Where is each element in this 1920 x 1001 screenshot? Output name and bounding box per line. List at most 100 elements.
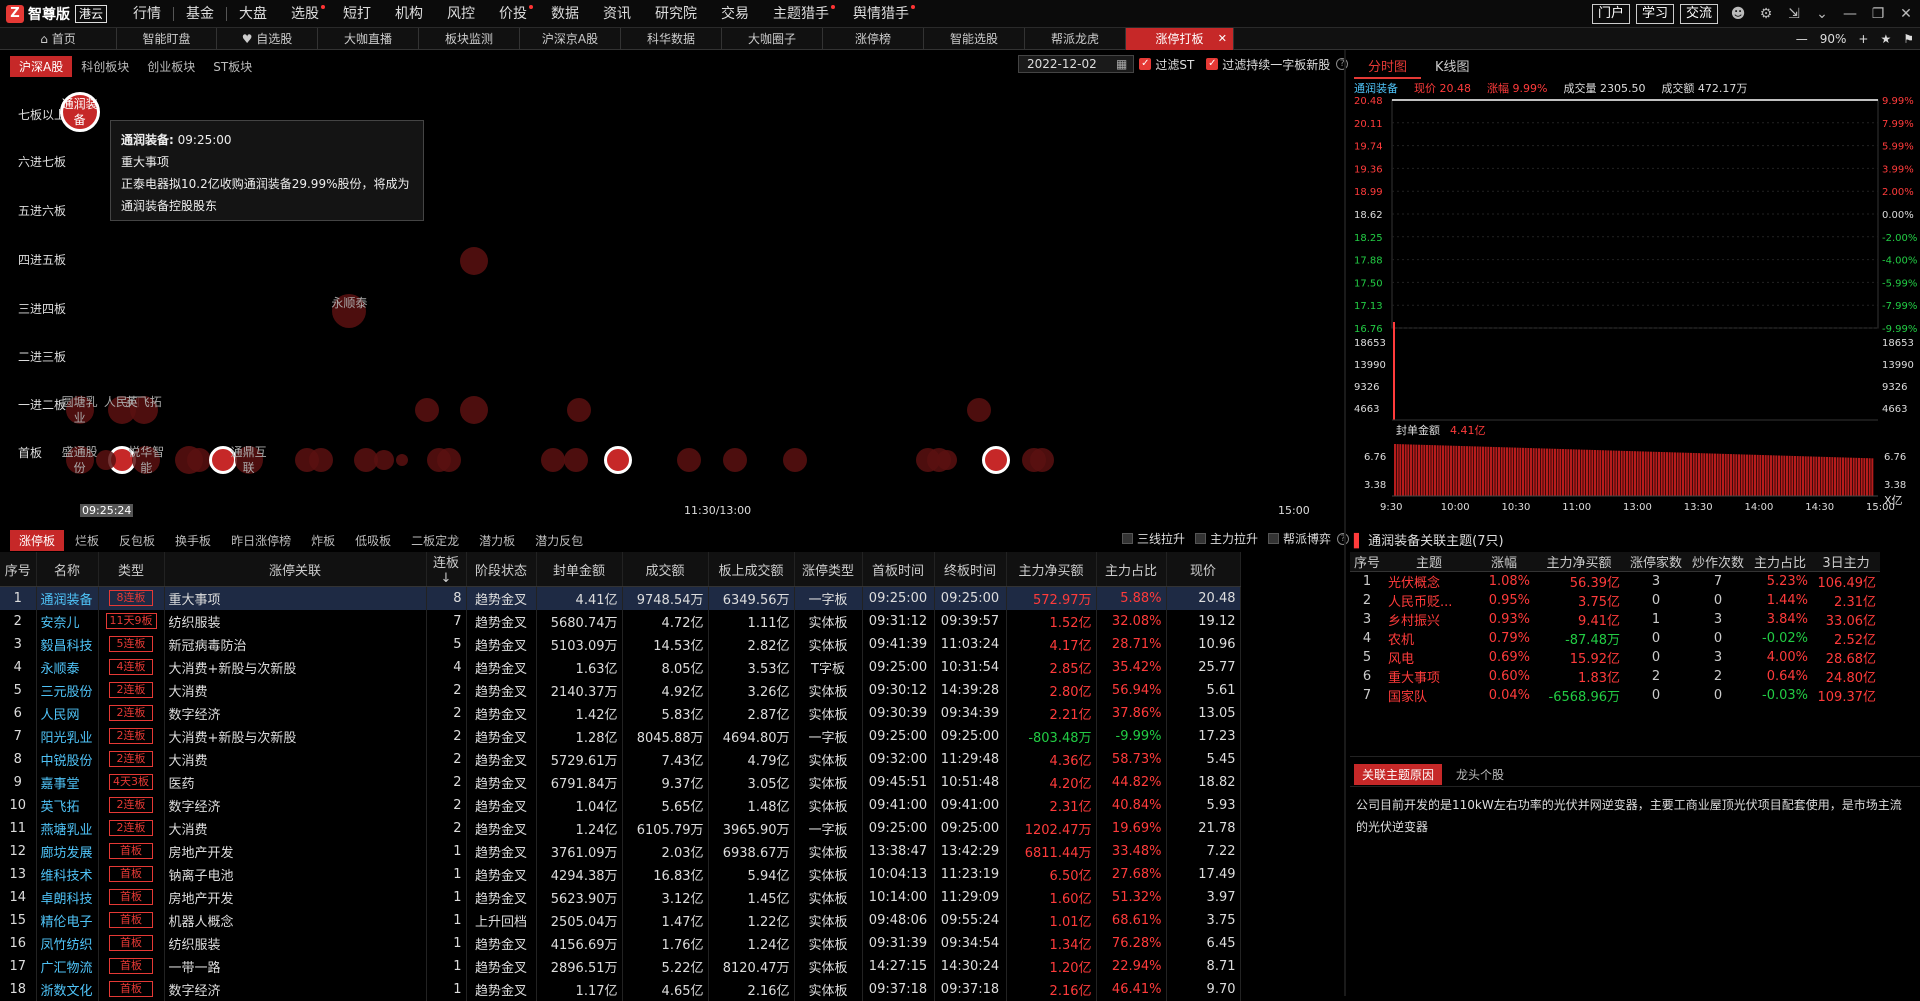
tab-10[interactable]: 帮派龙虎 — [1025, 28, 1126, 50]
menu-item[interactable]: 研究院 — [643, 0, 709, 28]
stock-bubble[interactable] — [187, 448, 212, 472]
stock-bubble[interactable] — [723, 448, 748, 472]
menu-item[interactable]: 主题猎手 — [761, 0, 841, 28]
table-row[interactable]: 4 农机 0.79% -87.48万 0 0 -0.02% 2.52亿 — [1350, 629, 1880, 648]
board-type-tab[interactable]: 潜力板 — [470, 530, 524, 551]
table-row[interactable]: 5 三元股份 2连板 大消费 2 趋势金叉 2140.37万 4.92亿 3.26亿 实体板 09:… — [0, 678, 1241, 702]
tab-1[interactable]: 智能盯盘 — [117, 28, 217, 50]
table-row[interactable]: 3 毅昌科技 5连板 新冠病毒防治 5 趋势金叉 5103.09万 14.53亿 2.82亿 实体… — [0, 632, 1241, 656]
menu-item[interactable]: 资讯 — [591, 0, 643, 28]
option-checkbox[interactable] — [1268, 533, 1280, 544]
zoom-in-icon[interactable]: + — [1852, 32, 1874, 46]
board-type-tab[interactable]: 低吸板 — [346, 530, 400, 551]
column-header[interactable]: 阶段状态 — [466, 552, 537, 587]
table-row[interactable]: 7 国家队 0.04% -6568.96万 0 0 -0.03% 109.37亿 — [1350, 686, 1880, 705]
table-row[interactable]: 13 维科技术 首板 钠离子电池 1 趋势金叉 4294.38万 16.83亿 5.94亿 实体板… — [0, 862, 1241, 886]
intraday-chart[interactable]: 20.48 9.99% 20.11 7.99% 19.74 5.99% 19.36 3.99%… — [1350, 92, 1920, 512]
stock-bubble[interactable] — [95, 450, 116, 470]
stock-bubble[interactable] — [937, 450, 958, 470]
table-row[interactable]: 12 廊坊发展 首板 房地产开发 1 趋势金叉 3761.09万 2.03亿 6938.67万实… — [0, 839, 1241, 863]
table-row[interactable]: 15 精伦电子 首板 机器人概念 1 上升回档 2505.04万 1.47亿 1.22亿 实体板 0… — [0, 908, 1241, 932]
menu-item[interactable]: 机构 — [383, 0, 435, 28]
cloud-badge[interactable]: 港云 — [75, 4, 108, 23]
menu-item[interactable]: 选股 — [279, 0, 331, 28]
column-header[interactable]: 板上成交额 — [708, 552, 795, 587]
menu-item[interactable]: 行情 — [121, 0, 173, 28]
stock-bubble[interactable] — [564, 448, 589, 472]
table-row[interactable]: 5 风电 0.69% 15.92亿 0 3 4.00% 28.68亿 — [1350, 648, 1880, 667]
stock-bubble[interactable] — [967, 398, 992, 422]
board-type-tab[interactable]: 昨日涨停榜 — [222, 530, 300, 551]
table-row[interactable]: 7 阳光乳业 2连板 大消费+新股与次新股 2 趋势金叉 1.28亿 8045.88万 4694… — [0, 724, 1241, 748]
board-type-tab[interactable]: 换手板 — [166, 530, 220, 551]
column-header[interactable]: 主题 — [1384, 552, 1474, 572]
column-header[interactable]: 封单金额 — [536, 552, 623, 587]
column-header[interactable]: 炒作次数 — [1688, 552, 1748, 572]
board-type-tab[interactable]: 炸板 — [302, 530, 344, 551]
board-type-tab[interactable]: 潜力反包 — [526, 530, 592, 551]
column-header[interactable]: 主力占比 — [1096, 552, 1167, 587]
settings-icon[interactable]: ⚙ — [1752, 6, 1780, 22]
tab-4[interactable]: 板块监测 — [419, 28, 520, 50]
close-icon[interactable]: ✕ — [1892, 6, 1920, 22]
table-row[interactable]: 9 嘉事堂 4天3板 医药 2 趋势金叉 6791.84万 9.37亿 3.05亿 实体板 09:4… — [0, 770, 1241, 794]
minimize-icon[interactable]: — — [1836, 6, 1864, 22]
menu-item[interactable]: 交易 — [709, 0, 761, 28]
stock-bubble[interactable] — [567, 398, 592, 422]
stock-bubble[interactable] — [540, 448, 565, 472]
stock-bubble[interactable] — [677, 448, 701, 472]
user-icon[interactable]: ☻ — [1724, 6, 1752, 22]
tab-6[interactable]: 科华数据 — [621, 28, 722, 50]
chart-tab[interactable]: K线图 — [1421, 54, 1484, 79]
menu-item[interactable]: 舆情猎手 — [841, 0, 921, 28]
column-header[interactable]: 主力占比 — [1748, 552, 1812, 572]
tab-7[interactable]: 大咖圈子 — [722, 28, 823, 50]
pin-icon[interactable]: ⚑ — [1897, 32, 1920, 46]
learn-button[interactable]: 学习 — [1635, 4, 1674, 24]
zoom-out-icon[interactable]: — — [1790, 32, 1814, 46]
menu-item[interactable]: 风控 — [435, 0, 487, 28]
menu-item[interactable]: 数据 — [539, 0, 591, 28]
table-row[interactable]: 14 卓朗科技 首板 房地产开发 1 趋势金叉 5623.90万 3.12亿 1.45亿 实体板 1… — [0, 885, 1241, 909]
stock-bubble[interactable] — [374, 450, 395, 470]
stock-bubble[interactable] — [437, 448, 462, 472]
tab-3[interactable]: 大咖直播 — [318, 28, 419, 50]
table-row[interactable]: 4 永顺泰 4连板 大消费+新股与次新股 4 趋势金叉 1.63亿 8.05亿 3.53亿 T字板… — [0, 655, 1241, 679]
board-type-tab[interactable]: 二板定龙 — [402, 530, 468, 551]
restore-icon[interactable]: ❐ — [1864, 6, 1892, 22]
column-header[interactable]: 序号 — [1350, 552, 1384, 572]
tab-11[interactable]: 涨停打板 ✕ — [1126, 28, 1234, 50]
board-type-tab[interactable]: 烂板 — [66, 530, 108, 551]
tab-8[interactable]: 涨停榜 — [823, 28, 924, 50]
column-header[interactable]: 涨停家数 — [1624, 552, 1688, 572]
option-checkbox[interactable] — [1122, 533, 1133, 544]
tab-2[interactable]: ♥ 自选股 — [217, 28, 318, 50]
menu-item[interactable]: 基金 — [174, 0, 226, 28]
stock-bubble[interactable] — [783, 448, 808, 472]
board-type-tab[interactable]: 涨停板 — [10, 530, 65, 551]
table-row[interactable]: 18 浙数文化 首板 数字经济 1 趋势金叉 1.17亿 4.65亿 2.16亿 实体板 09:37… — [0, 977, 1241, 1001]
filter-st-checkbox[interactable]: ✓ — [1139, 58, 1152, 70]
table-row[interactable]: 1 光伏概念 1.08% 56.39亿 3 7 5.23% 106.49亿 — [1350, 572, 1880, 591]
close-tab-icon[interactable]: ✕ — [1218, 28, 1227, 50]
stock-bubble[interactable] — [396, 454, 409, 466]
column-header[interactable]: 成交额 — [622, 552, 709, 587]
column-header[interactable]: 类型 — [98, 552, 165, 587]
table-row[interactable]: 2 安奈儿 11天9板 纺织服装 7 趋势金叉 5680.74万 4.72亿 1.11亿 实体板 0… — [0, 609, 1241, 633]
column-header[interactable]: 现价 — [1166, 552, 1241, 587]
table-row[interactable]: 10 英飞拓 2连板 数字经济 2 趋势金叉 1.04亿 5.65亿 1.48亿 实体板 09:41… — [0, 793, 1241, 817]
option-checkbox[interactable] — [1195, 533, 1207, 544]
column-header[interactable]: 涨停关联 — [164, 552, 427, 587]
table-row[interactable]: 17 广汇物流 首板 一带一路 1 趋势金叉 2896.51万 5.22亿 8120.47万 实体… — [0, 954, 1241, 978]
table-row[interactable]: 2 人民币贬... 0.95% 3.75亿 0 0 1.44% 2.31亿 — [1350, 591, 1880, 610]
table-row[interactable]: 11 燕塘乳业 2连板 大消费 2 趋势金叉 1.24亿 6105.79万 3965.90万 一字… — [0, 816, 1241, 840]
stock-bubble[interactable] — [308, 448, 333, 472]
column-header[interactable]: 涨停类型 — [794, 552, 863, 587]
related-tab[interactable]: 龙头个股 — [1448, 764, 1512, 785]
collapse-icon[interactable]: ⇲ — [1780, 6, 1808, 22]
star-icon[interactable]: ★ — [1874, 32, 1897, 46]
calendar-icon[interactable]: ▦ — [1116, 57, 1127, 71]
table-row[interactable]: 1 通润装备 8连板 重大事项 8 趋势金叉 4.41亿 9748.54万 6349.56万 一字… — [0, 586, 1241, 610]
table-row[interactable]: 6 人民网 2连板 数字经济 2 趋势金叉 1.42亿 5.83亿 2.87亿 实体板 09:30:… — [0, 701, 1241, 725]
table-row[interactable]: 8 中锐股份 2连板 大消费 2 趋势金叉 5729.61万 7.43亿 4.79亿 实体板 09:… — [0, 747, 1241, 771]
